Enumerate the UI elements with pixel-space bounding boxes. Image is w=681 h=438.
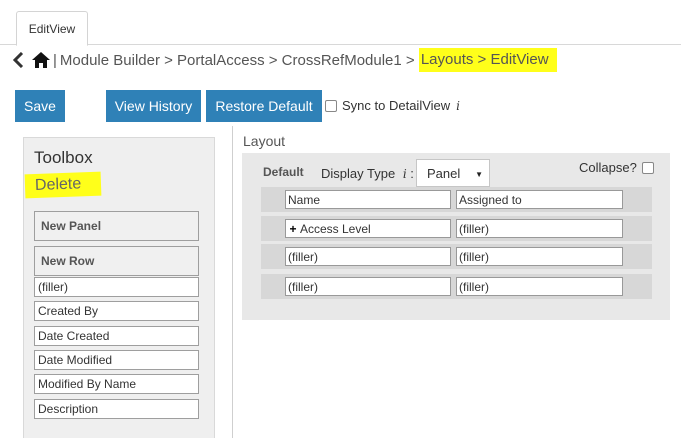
- breadcrumb-current: Layouts > EditView: [418, 48, 557, 72]
- display-type-text: Display Type: [321, 166, 396, 181]
- delete-drop-zone[interactable]: Delete: [24, 171, 102, 199]
- layout-field[interactable]: (filler): [285, 277, 451, 296]
- layout-row[interactable]: Name Assigned to: [261, 187, 652, 212]
- layout-field[interactable]: (filler): [456, 247, 623, 266]
- sync-label: Sync to DetailView: [342, 98, 451, 113]
- breadcrumb: | Module Builder > PortalAccess > CrossR…: [12, 48, 557, 72]
- layout-row[interactable]: (filler) (filler): [261, 274, 652, 299]
- restore-default-button[interactable]: Restore Default: [206, 90, 322, 122]
- info-icon[interactable]: i: [456, 99, 460, 113]
- toolbox-field[interactable]: Created By: [34, 301, 199, 321]
- display-type-select[interactable]: Panel ▼: [416, 159, 490, 187]
- display-type-value: Panel: [427, 165, 461, 181]
- toolbox-field[interactable]: Modified By Name: [34, 374, 199, 394]
- divider: [232, 126, 233, 438]
- back-arrow-icon[interactable]: [12, 51, 26, 69]
- expand-plus-icon[interactable]: +: [288, 223, 298, 235]
- layout-row[interactable]: + Access Level (filler): [261, 216, 652, 241]
- layout-field-label: Access Level: [300, 221, 371, 236]
- save-button[interactable]: Save: [15, 90, 65, 122]
- toolbox-field[interactable]: Date Modified: [34, 350, 199, 370]
- tab-bar: EditView: [0, 0, 681, 46]
- toolbox-field[interactable]: (filler): [34, 277, 199, 297]
- panel-name[interactable]: Default: [263, 165, 304, 179]
- layout-title: Layout: [243, 133, 286, 149]
- layout-field[interactable]: (filler): [456, 277, 623, 296]
- layout-field[interactable]: (filler): [285, 247, 451, 266]
- sync-checkbox[interactable]: [325, 99, 337, 112]
- home-icon[interactable]: [32, 51, 50, 69]
- layout-field[interactable]: Name: [285, 190, 451, 209]
- toolbox-field[interactable]: Date Created: [34, 326, 199, 346]
- layout-field-access-level[interactable]: + Access Level: [285, 219, 451, 238]
- layout-field[interactable]: Assigned to: [456, 190, 623, 209]
- collapse-label: Collapse?: [579, 160, 637, 175]
- layout-field[interactable]: (filler): [456, 219, 623, 238]
- view-history-button[interactable]: View History: [106, 90, 201, 122]
- sync-to-detailview: Sync to DetailView i: [325, 98, 460, 113]
- tab-editview[interactable]: EditView: [16, 11, 88, 46]
- new-panel-item[interactable]: New Panel: [34, 211, 199, 241]
- new-row-item[interactable]: New Row: [34, 246, 199, 276]
- breadcrumb-separator: |: [53, 51, 57, 69]
- collapse-option: Collapse?: [579, 160, 654, 175]
- layout-row[interactable]: (filler) (filler): [261, 244, 652, 269]
- breadcrumb-path[interactable]: Module Builder > PortalAccess > CrossRef…: [60, 52, 419, 69]
- display-type-colon: :: [410, 166, 414, 181]
- toolbox-title: Toolbox: [34, 148, 93, 167]
- display-type-label: Display Type i :: [321, 166, 414, 181]
- toolbox-field[interactable]: Description: [34, 399, 199, 419]
- info-icon[interactable]: i: [403, 167, 407, 181]
- dropdown-caret-icon: ▼: [475, 170, 483, 179]
- collapse-checkbox[interactable]: [641, 161, 654, 174]
- toolbox-panel: Toolbox Delete New Panel New Row (filler…: [23, 137, 215, 438]
